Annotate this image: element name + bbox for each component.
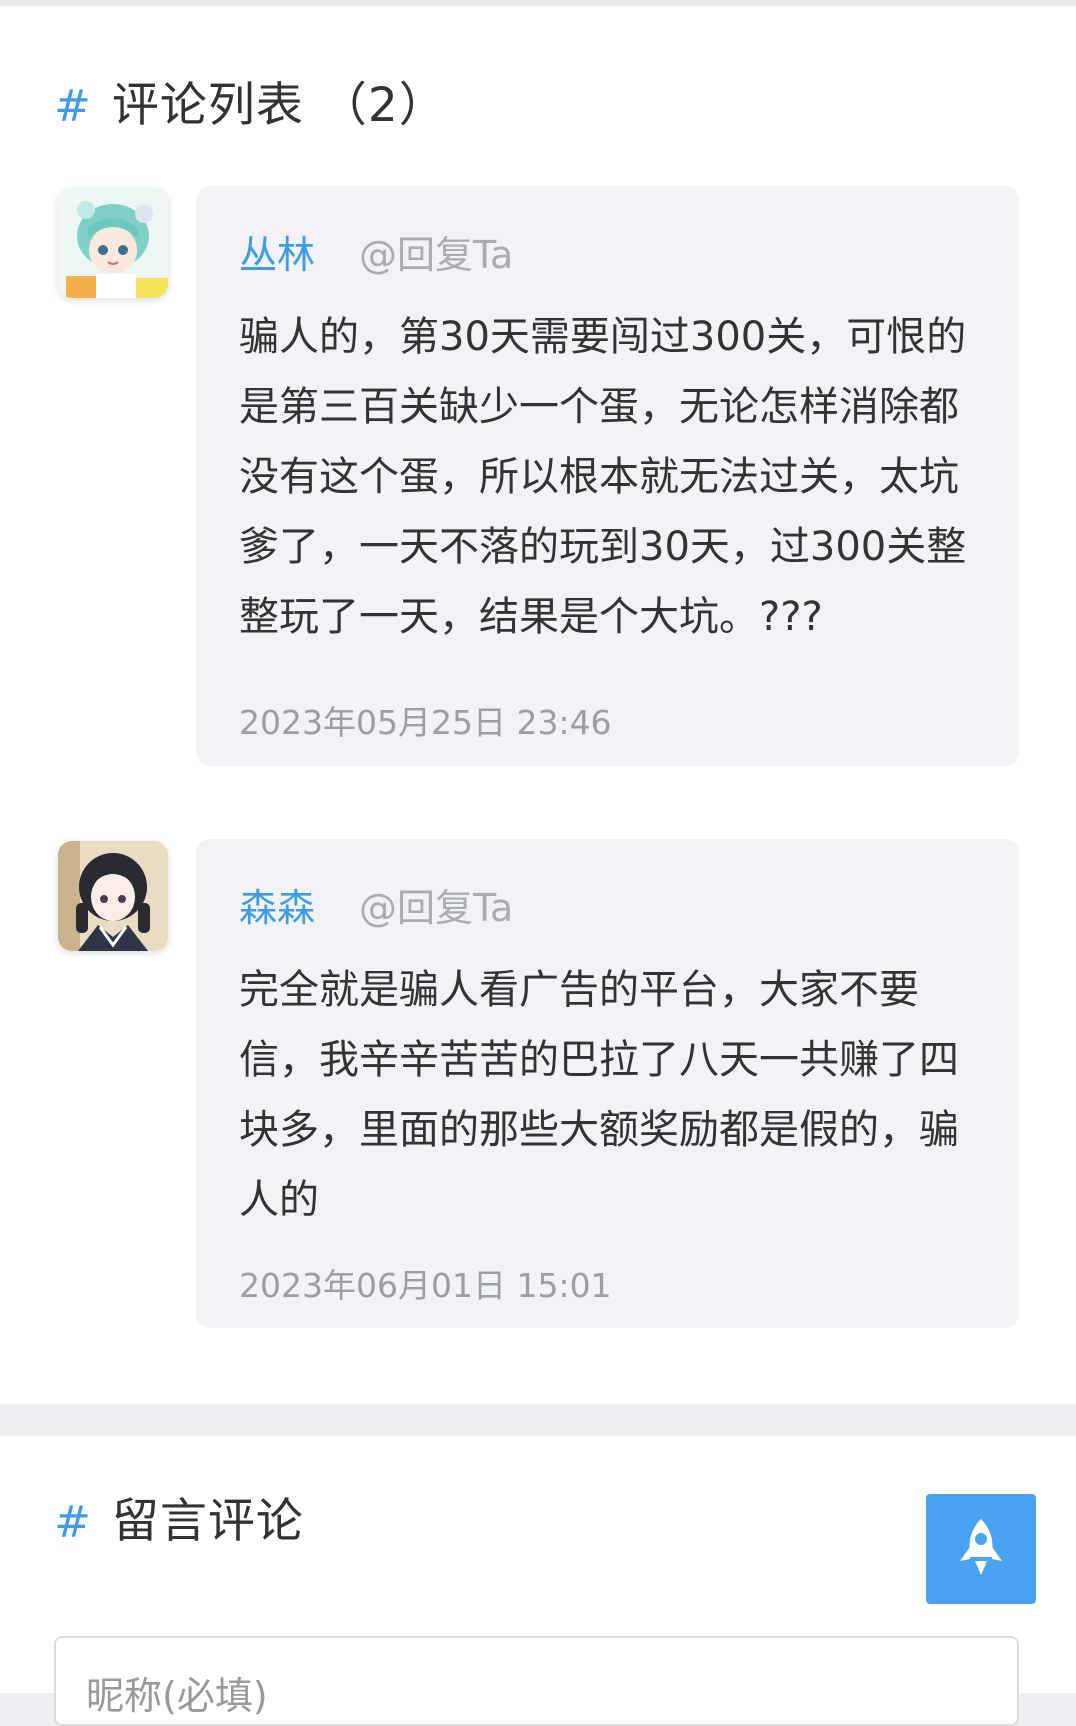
comment-bubble: 丛林 @回复Ta 骗人的，第30天需要闯过300关，可恨的是第三百关缺少一个蛋，无… [196,186,1019,766]
comment-meta: 森森 @回复Ta [239,877,513,932]
comment-meta: 丛林 @回复Ta [239,224,513,279]
comment-bubble: 森森 @回复Ta 完全就是骗人看广告的平台，大家不要信，我辛辛苦苦的巴拉了八天一共… [196,839,1019,1328]
back-to-top-button[interactable] [926,1494,1036,1604]
comment-form-title: # 留言评论 [54,1482,304,1551]
comment-text: 骗人的，第30天需要闯过300关，可恨的是第三百关缺少一个蛋，无论怎样消除都没有… [239,314,967,640]
reply-link[interactable]: @回复Ta [359,233,513,277]
comment-list-card: # 评论列表 （2） 丛林 @回复Ta 骗人的，第30天需要闯过300关，可恨的… [0,6,1076,1404]
comment-form-title-text: 留言评论 [111,1494,304,1549]
comment-list-title: # 评论列表 （2） [54,66,447,135]
reply-link[interactable]: @回复Ta [359,886,513,930]
comment-time: 2023年05月25日 23:46 [239,703,612,742]
comment-text: 完全就是骗人看广告的平台，大家不要信，我辛辛苦苦的巴拉了八天一共赚了四块多，里面… [239,967,959,1223]
rocket-icon [960,1519,1002,1575]
comment-time: 2023年06月01日 15:01 [239,1266,612,1305]
schoolgirl-avatar-icon [58,841,168,951]
comment-list-title-text: 评论列表 （2） [111,78,447,133]
nickname-input[interactable] [54,1636,1019,1726]
hash-icon: # [54,81,92,132]
comment-author[interactable]: 丛林 [239,233,315,277]
avatar[interactable] [58,188,168,298]
anime-girl-avatar-icon [58,188,168,298]
comment-author[interactable]: 森森 [239,886,315,930]
hash-icon: # [54,1497,92,1548]
avatar[interactable] [58,841,168,951]
